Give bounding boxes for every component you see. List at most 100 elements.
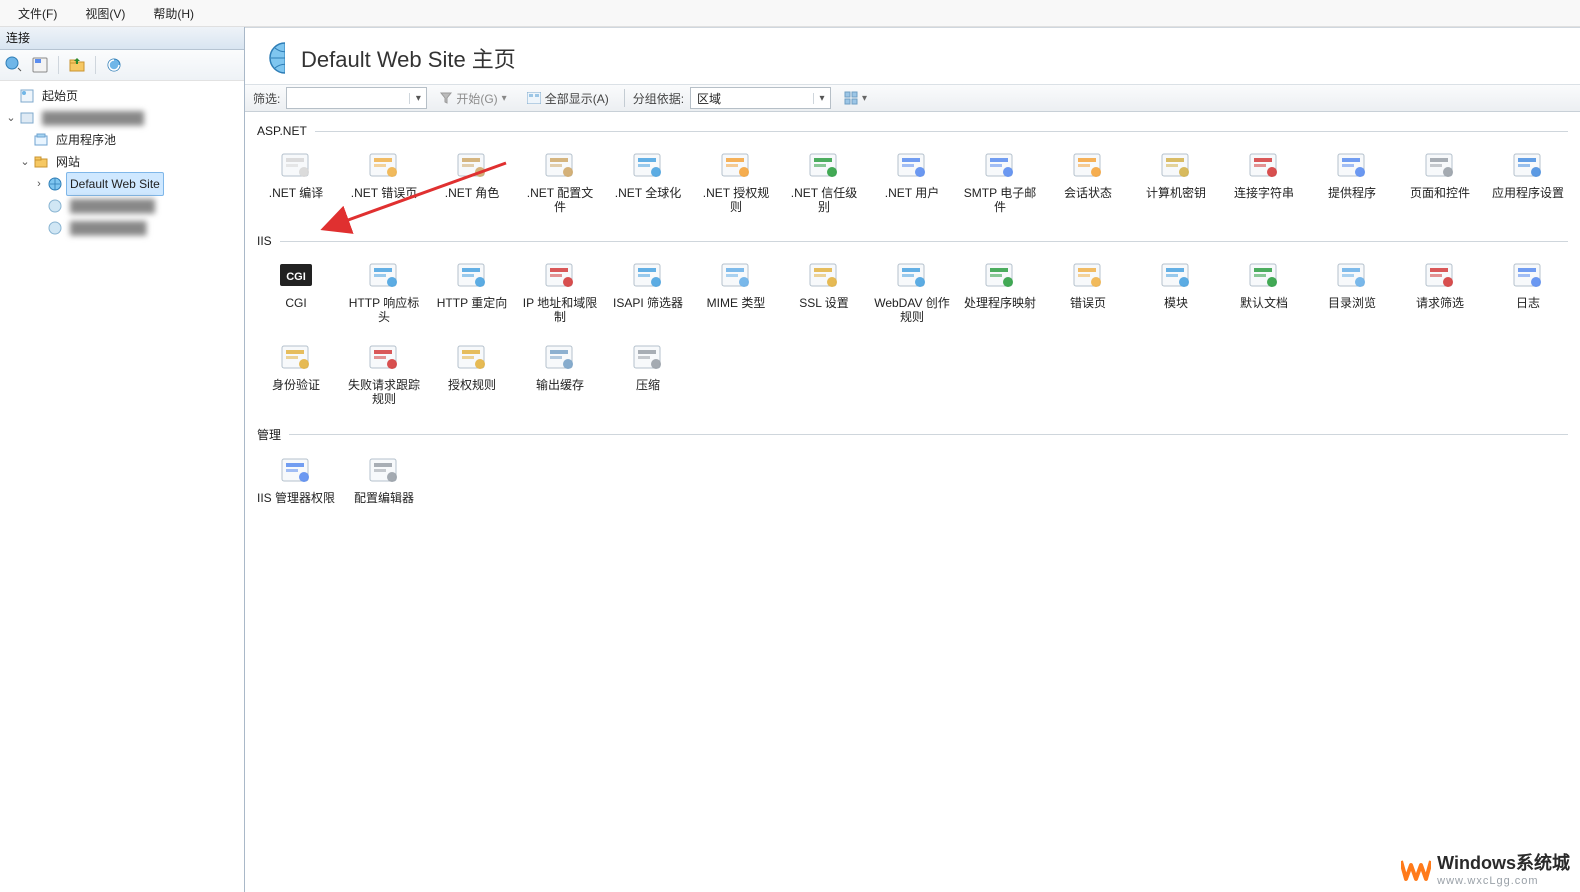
feature-item[interactable]: .NET 角色 — [433, 148, 511, 214]
feature-item[interactable]: .NET 配置文件 — [521, 148, 599, 214]
refresh-icon[interactable] — [104, 55, 124, 75]
group-header-iis[interactable]: IIS — [257, 234, 1568, 248]
feature-item[interactable]: WebDAV 创作规则 — [873, 258, 951, 324]
feature-item[interactable]: HTTP 重定向 — [433, 258, 511, 324]
feature-item[interactable]: .NET 用户 — [873, 148, 951, 214]
filter-input[interactable]: ▾ — [286, 87, 427, 109]
feature-icon: CGI — [276, 258, 316, 292]
feature-item[interactable]: 配置编辑器 — [345, 453, 423, 505]
feature-item[interactable]: 日志 — [1489, 258, 1567, 324]
node-label: 起始页 — [38, 85, 82, 107]
feature-item[interactable]: 错误页 — [1049, 258, 1127, 324]
feature-icon — [716, 148, 756, 182]
menu-help[interactable]: 帮助(H) — [153, 5, 194, 22]
feature-label: 计算机密钥 — [1137, 186, 1215, 200]
menu-view[interactable]: 视图(V) — [85, 5, 125, 22]
feature-label: 身份验证 — [257, 378, 335, 392]
up-level-icon[interactable] — [67, 55, 87, 75]
filter-go-button[interactable]: 开始(G) ▾ — [433, 87, 513, 109]
tree-node-sites[interactable]: ⌄ 网站 — [0, 151, 244, 173]
groupby-combo[interactable]: 区域 ▾ — [690, 87, 831, 109]
feature-item[interactable]: HTTP 响应标头 — [345, 258, 423, 324]
feature-area: ASP.NET .NET 编译.NET 错误页.NET 角色.NET 配置文件.… — [245, 112, 1580, 892]
view-mode-button[interactable]: ▾ — [837, 87, 874, 109]
expand-icon[interactable]: ⌄ — [18, 151, 32, 173]
menubar: 文件(F) 视图(V) 帮助(H) — [0, 0, 1580, 27]
toolbar-separator — [58, 56, 59, 74]
feature-item[interactable]: 应用程序设置 — [1489, 148, 1567, 214]
connect-dropdown-icon[interactable] — [4, 55, 24, 75]
feature-icon — [364, 258, 404, 292]
feature-label: 连接字符串 — [1225, 186, 1303, 200]
watermark-logo-icon — [1401, 853, 1431, 883]
filter-toolbar: 筛选: ▾ 开始(G) ▾ 全部显示(A) 分组依据: 区域 ▾ ▾ — [245, 84, 1580, 112]
feature-item[interactable]: 计算机密钥 — [1137, 148, 1215, 214]
feature-item[interactable]: .NET 信任级别 — [785, 148, 863, 214]
feature-item[interactable]: .NET 错误页 — [345, 148, 423, 214]
feature-item[interactable]: SSL 设置 — [785, 258, 863, 324]
save-icon[interactable] — [30, 55, 50, 75]
connections-toolbar — [0, 50, 244, 81]
chevron-down-icon[interactable]: ▾ — [813, 93, 830, 104]
feature-item[interactable]: 目录浏览 — [1313, 258, 1391, 324]
feature-icon — [628, 148, 668, 182]
app-pools-icon — [32, 131, 50, 149]
group-header-aspnet[interactable]: ASP.NET — [257, 124, 1568, 138]
feature-item[interactable]: SMTP 电子邮件 — [961, 148, 1039, 214]
feature-item[interactable]: 失败请求跟踪规则 — [345, 340, 423, 406]
tree-node-hidden-1[interactable]: ▸ ██████████ — [0, 195, 244, 217]
feature-item[interactable]: 页面和控件 — [1401, 148, 1479, 214]
feature-item[interactable]: 输出缓存 — [521, 340, 599, 406]
feature-label: HTTP 重定向 — [433, 296, 511, 310]
expand-icon[interactable]: ⌄ — [4, 107, 18, 129]
feature-item[interactable]: IIS 管理器权限 — [257, 453, 335, 505]
group-header-mgmt[interactable]: 管理 — [257, 426, 1568, 443]
watermark-url: www.wxcLgg.com — [1437, 875, 1570, 887]
feature-item[interactable]: 处理程序映射 — [961, 258, 1039, 324]
feature-label: HTTP 响应标头 — [345, 296, 423, 324]
feature-item[interactable]: 会话状态 — [1049, 148, 1127, 214]
node-label: 网站 — [52, 151, 84, 173]
feature-label: 页面和控件 — [1401, 186, 1479, 200]
feature-item[interactable]: CGICGI — [257, 258, 335, 324]
filter-label: 筛选: — [253, 90, 280, 107]
feature-item[interactable]: .NET 编译 — [257, 148, 335, 214]
feature-item[interactable]: 身份验证 — [257, 340, 335, 406]
feature-icon — [1508, 258, 1548, 292]
feature-item[interactable]: 授权规则 — [433, 340, 511, 406]
filter-showall-button[interactable]: 全部显示(A) — [520, 87, 616, 109]
feature-item[interactable]: 默认文档 — [1225, 258, 1303, 324]
feature-icon — [452, 340, 492, 374]
feature-icon — [1156, 148, 1196, 182]
server-icon — [18, 109, 36, 127]
chevron-down-icon[interactable]: ▾ — [409, 93, 426, 104]
feature-icon — [364, 148, 404, 182]
feature-item[interactable]: .NET 全球化 — [609, 148, 687, 214]
feature-item[interactable]: 模块 — [1137, 258, 1215, 324]
feature-label: WebDAV 创作规则 — [873, 296, 951, 324]
tree-node-home[interactable]: ▸ 起始页 — [0, 85, 244, 107]
menu-file[interactable]: 文件(F) — [18, 5, 57, 22]
feature-item[interactable]: ISAPI 筛选器 — [609, 258, 687, 324]
feature-item[interactable]: MIME 类型 — [697, 258, 775, 324]
feature-item[interactable]: .NET 授权规则 — [697, 148, 775, 214]
feature-icon — [1420, 258, 1460, 292]
node-label: Default Web Site — [66, 172, 164, 196]
feature-icon — [804, 258, 844, 292]
tree-node-server[interactable]: ⌄ ████████████ — [0, 107, 244, 129]
tree-node-app-pools[interactable]: ▸ 应用程序池 — [0, 129, 244, 151]
tree-node-hidden-2[interactable]: ▸ █████████ — [0, 217, 244, 239]
main-panel: Default Web Site 主页 筛选: ▾ 开始(G) ▾ 全部显示(A… — [245, 27, 1580, 892]
showall-icon — [527, 92, 541, 104]
feature-item[interactable]: IP 地址和域限制 — [521, 258, 599, 324]
feature-icon — [276, 453, 316, 487]
expand-icon[interactable]: › — [32, 173, 46, 195]
feature-icon — [1244, 148, 1284, 182]
feature-icon — [1332, 258, 1372, 292]
feature-item[interactable]: 请求筛选 — [1401, 258, 1479, 324]
tree-node-default-web-site[interactable]: › Default Web Site — [0, 173, 244, 195]
feature-item[interactable]: 压缩 — [609, 340, 687, 406]
feature-item[interactable]: 连接字符串 — [1225, 148, 1303, 214]
feature-item[interactable]: 提供程序 — [1313, 148, 1391, 214]
feature-icon — [892, 258, 932, 292]
